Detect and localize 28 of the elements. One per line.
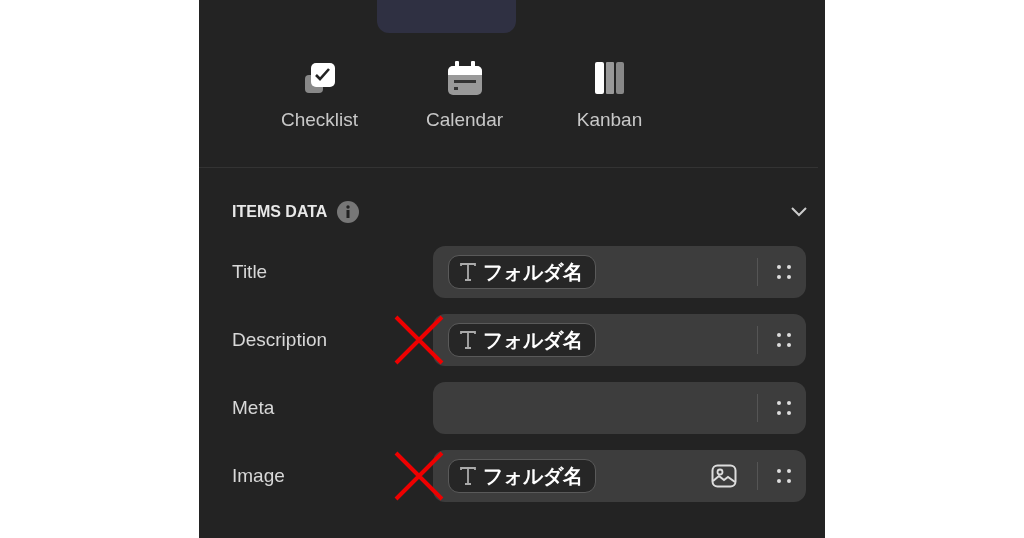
field-label: Meta (232, 397, 276, 419)
field-slot[interactable]: フォルダ名 (433, 246, 806, 298)
text-type-icon (459, 262, 477, 282)
field-chip[interactable]: フォルダ名 (448, 323, 596, 357)
calendar-icon (446, 61, 483, 95)
view-option-label[interactable]: Calendar (425, 109, 504, 131)
drag-handle-icon[interactable] (776, 332, 792, 348)
field-label: Image (232, 465, 286, 487)
info-icon[interactable] (337, 201, 360, 223)
field-chip[interactable]: フォルダ名 (448, 255, 596, 289)
chevron-icon[interactable] (791, 207, 807, 217)
columns-icon (594, 61, 625, 95)
drag-handle-icon[interactable] (776, 468, 792, 484)
text-type-icon (459, 330, 477, 350)
field-label: Title (232, 261, 269, 283)
field-slot[interactable] (433, 382, 806, 434)
field-label: Description (232, 329, 329, 351)
section-title: ITEMS DATA (232, 203, 328, 221)
text-type-icon (459, 466, 477, 486)
checkbox-icon (302, 61, 337, 95)
view-option-label[interactable]: Checklist (280, 109, 359, 131)
view-option-label[interactable]: Kanban (576, 109, 643, 131)
drag-handle-icon[interactable] (776, 400, 792, 416)
image-icon[interactable] (711, 464, 737, 488)
field-slot[interactable]: フォルダ名 (433, 314, 806, 366)
drag-handle-icon[interactable] (776, 264, 792, 280)
field-chip[interactable]: フォルダ名 (448, 459, 596, 493)
field-slot[interactable]: フォルダ名 (433, 450, 806, 502)
